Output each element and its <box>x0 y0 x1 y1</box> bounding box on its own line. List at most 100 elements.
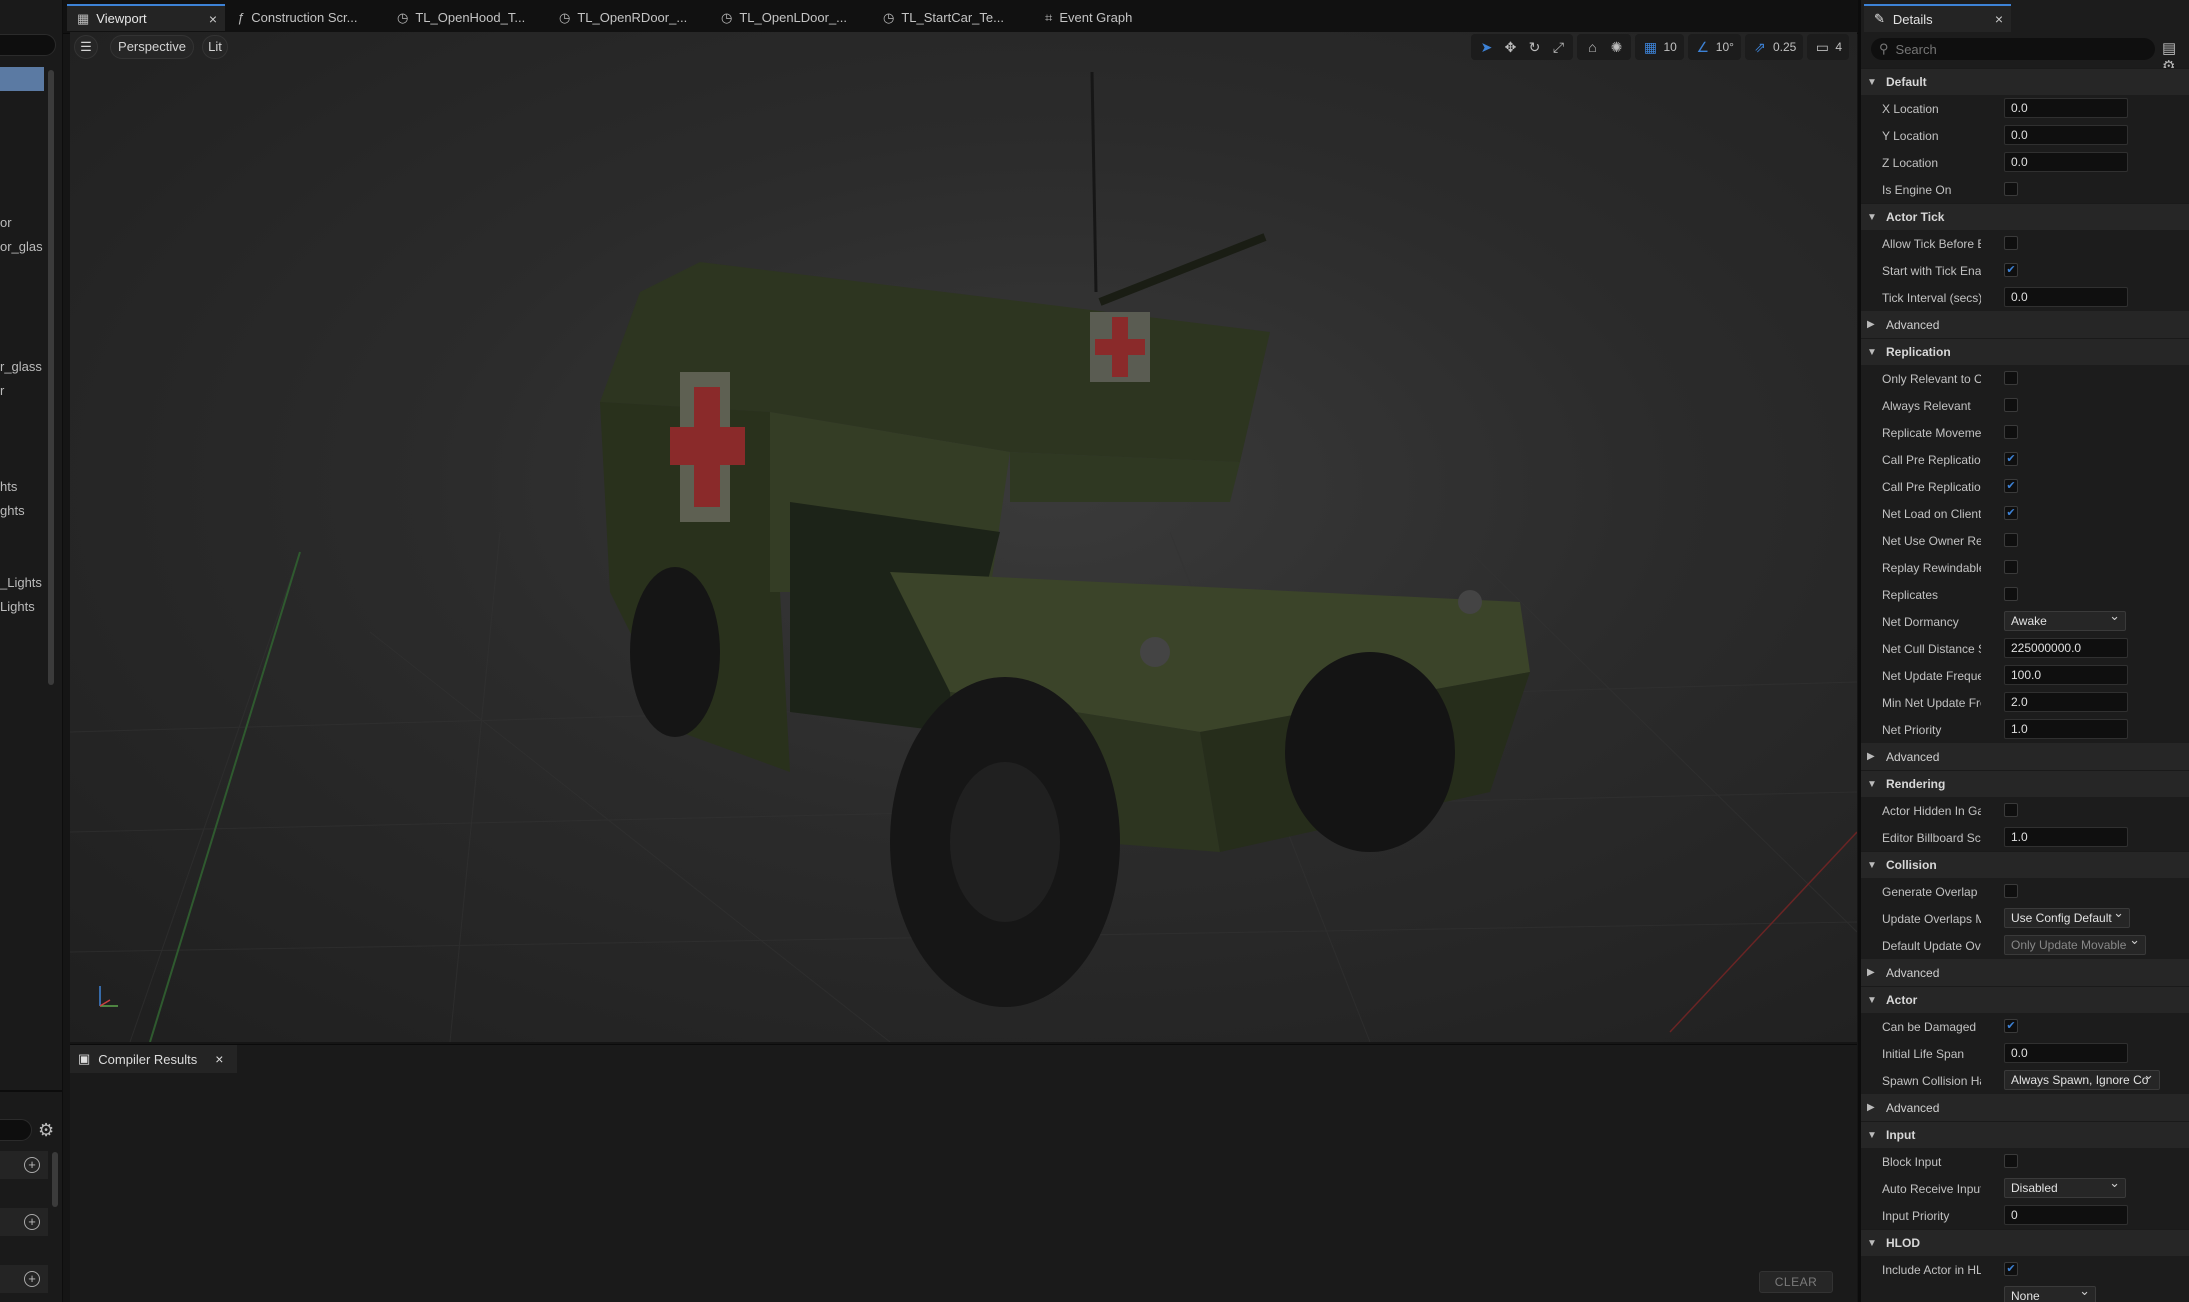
property-checkbox[interactable] <box>2004 371 2018 385</box>
tab-tl-openrdoor[interactable]: ◷ TL_OpenRDoor_... <box>549 4 707 31</box>
property-row: Z Location 0.0 <box>1861 149 2189 176</box>
property-checkbox[interactable] <box>2004 1154 2018 1168</box>
details-search[interactable]: ⚲ <box>1871 38 2155 60</box>
outliner-selected-row[interactable] <box>0 67 44 91</box>
outliner-search-input[interactable] <box>0 34 56 56</box>
property-value-input[interactable]: 0 <box>2004 1205 2128 1225</box>
tab-compiler-results[interactable]: ▣ Compiler Results × <box>70 1045 238 1073</box>
select-icon[interactable]: ➤ <box>1474 36 1498 58</box>
property-dropdown[interactable]: Always Spawn, Ignore Co <box>2004 1070 2160 1090</box>
outliner-item[interactable]: r_glass <box>0 359 42 374</box>
property-checkbox[interactable] <box>2004 884 2018 898</box>
outliner-item[interactable]: _Lights <box>0 575 42 590</box>
category-header[interactable]: ▼ Actor <box>1861 986 2189 1013</box>
outliner-item[interactable]: or_glas <box>0 239 43 254</box>
components-scrollbar[interactable] <box>52 1152 58 1207</box>
outliner-item[interactable]: Lights <box>0 599 35 614</box>
property-checkbox[interactable]: ✔ <box>2004 506 2018 520</box>
add-icon[interactable]: + <box>24 1157 40 1173</box>
tab-details[interactable]: ✎ Details × <box>1864 4 2011 32</box>
category-header[interactable]: ▼ Input <box>1861 1121 2189 1148</box>
close-icon[interactable]: × <box>215 1051 223 1067</box>
property-dropdown[interactable]: Disabled <box>2004 1178 2126 1198</box>
world-local-icon[interactable]: ⌂ <box>1580 36 1604 58</box>
property-value-input[interactable]: 0.0 <box>2004 1043 2128 1063</box>
category-header[interactable]: ▼ Collision <box>1861 851 2189 878</box>
move-icon[interactable]: ✥ <box>1498 36 1522 58</box>
outliner-item[interactable]: or <box>0 215 12 230</box>
add-icon[interactable]: + <box>24 1214 40 1230</box>
scale-snap-icon[interactable]: ⇗ <box>1748 36 1772 58</box>
advanced-expander[interactable]: ▶ Advanced <box>1861 311 2189 338</box>
property-checkbox[interactable] <box>2004 425 2018 439</box>
property-dropdown[interactable]: None <box>2004 1286 2096 1302</box>
scale-icon[interactable]: ⤢ <box>1546 36 1570 58</box>
grid-icon[interactable]: ▦ <box>1638 36 1662 58</box>
tab-tl-openhood[interactable]: ◷ TL_OpenHood_T... <box>387 4 545 31</box>
property-value-input[interactable]: 225000000.0 <box>2004 638 2128 658</box>
advanced-expander[interactable]: ▶ Advanced <box>1861 959 2189 986</box>
grid-snap-value[interactable]: 10 <box>1662 40 1680 54</box>
gear-icon[interactable]: ⚙ <box>38 1119 54 1141</box>
details-search-input[interactable] <box>1895 41 2126 57</box>
category-header[interactable]: ▼ Rendering <box>1861 770 2189 797</box>
close-icon[interactable]: × <box>209 11 217 27</box>
lit-button[interactable]: Lit <box>202 35 228 59</box>
close-icon[interactable]: × <box>1995 11 2003 27</box>
viewport-menu-button[interactable]: ☰ <box>74 35 98 59</box>
outliner-scrollbar[interactable] <box>48 70 54 685</box>
tab-viewport[interactable]: ▦ Viewport × <box>67 4 225 31</box>
tab-construction-script[interactable]: ƒ Construction Scr... <box>227 4 385 31</box>
outliner-item[interactable]: r <box>0 383 4 398</box>
property-value-input[interactable]: 1.0 <box>2004 827 2128 847</box>
camera-speed-value[interactable]: 4 <box>1834 40 1846 54</box>
outliner-item[interactable]: ghts <box>0 503 25 518</box>
add-icon[interactable]: + <box>24 1271 40 1287</box>
property-checkbox[interactable]: ✔ <box>2004 1262 2018 1276</box>
property-value-input[interactable]: 1.0 <box>2004 719 2128 739</box>
rotate-icon[interactable]: ↻ <box>1522 36 1546 58</box>
property-checkbox[interactable]: ✔ <box>2004 479 2018 493</box>
category-header[interactable]: ▼ HLOD <box>1861 1229 2189 1256</box>
property-checkbox[interactable]: ✔ <box>2004 1019 2018 1033</box>
property-checkbox[interactable] <box>2004 533 2018 547</box>
property-value-input[interactable]: 2.0 <box>2004 692 2128 712</box>
property-checkbox[interactable] <box>2004 560 2018 574</box>
camera-speed-group[interactable]: ▭ 4 <box>1807 34 1849 60</box>
3d-viewport[interactable]: ☰ Perspective Lit ➤ ✥ ↻ ⤢ ⌂ ✺ ▦ 10 ∠ 10°… <box>70 32 1857 1042</box>
property-checkbox[interactable] <box>2004 398 2018 412</box>
rotation-snap-group[interactable]: ∠ 10° <box>1687 34 1741 60</box>
property-value-input[interactable]: 100.0 <box>2004 665 2128 685</box>
property-value-input[interactable]: 0.0 <box>2004 152 2128 172</box>
property-value-input[interactable]: 0.0 <box>2004 287 2128 307</box>
property-checkbox[interactable]: ✔ <box>2004 263 2018 277</box>
scale-snap-group[interactable]: ⇗ 0.25 <box>1744 34 1804 60</box>
advanced-expander[interactable]: ▶ Advanced <box>1861 743 2189 770</box>
property-value-input[interactable]: 0.0 <box>2004 125 2128 145</box>
property-value-input[interactable]: 0.0 <box>2004 98 2128 118</box>
outliner-item[interactable]: hts <box>0 479 17 494</box>
angle-icon[interactable]: ∠ <box>1691 36 1715 58</box>
rotation-snap-value[interactable]: 10° <box>1715 40 1738 54</box>
property-dropdown[interactable]: Awake <box>2004 611 2126 631</box>
property-checkbox[interactable] <box>2004 587 2018 601</box>
grid-snap-group[interactable]: ▦ 10 <box>1635 34 1684 60</box>
category-header[interactable]: ▼ Replication <box>1861 338 2189 365</box>
tab-tl-openldoor[interactable]: ◷ TL_OpenLDoor_... <box>711 4 869 31</box>
property-dropdown[interactable]: Use Config Default <box>2004 908 2130 928</box>
tab-tl-startcar[interactable]: ◷ TL_StartCar_Te... <box>873 4 1031 31</box>
scale-snap-value[interactable]: 0.25 <box>1772 40 1800 54</box>
property-checkbox[interactable] <box>2004 182 2018 196</box>
property-checkbox[interactable] <box>2004 236 2018 250</box>
property-checkbox[interactable]: ✔ <box>2004 452 2018 466</box>
perspective-button[interactable]: Perspective <box>110 35 194 59</box>
tab-event-graph[interactable]: ⌗ Event Graph <box>1035 4 1185 31</box>
category-header[interactable]: ▼ Actor Tick <box>1861 203 2189 230</box>
camera-icon[interactable]: ▭ <box>1810 36 1834 58</box>
category-header[interactable]: ▼ Default <box>1861 68 2189 95</box>
clear-button[interactable]: CLEAR <box>1759 1271 1833 1293</box>
components-search-input[interactable] <box>0 1119 32 1141</box>
property-checkbox[interactable] <box>2004 803 2018 817</box>
surface-snap-icon[interactable]: ✺ <box>1604 36 1628 58</box>
advanced-expander[interactable]: ▶ Advanced <box>1861 1094 2189 1121</box>
